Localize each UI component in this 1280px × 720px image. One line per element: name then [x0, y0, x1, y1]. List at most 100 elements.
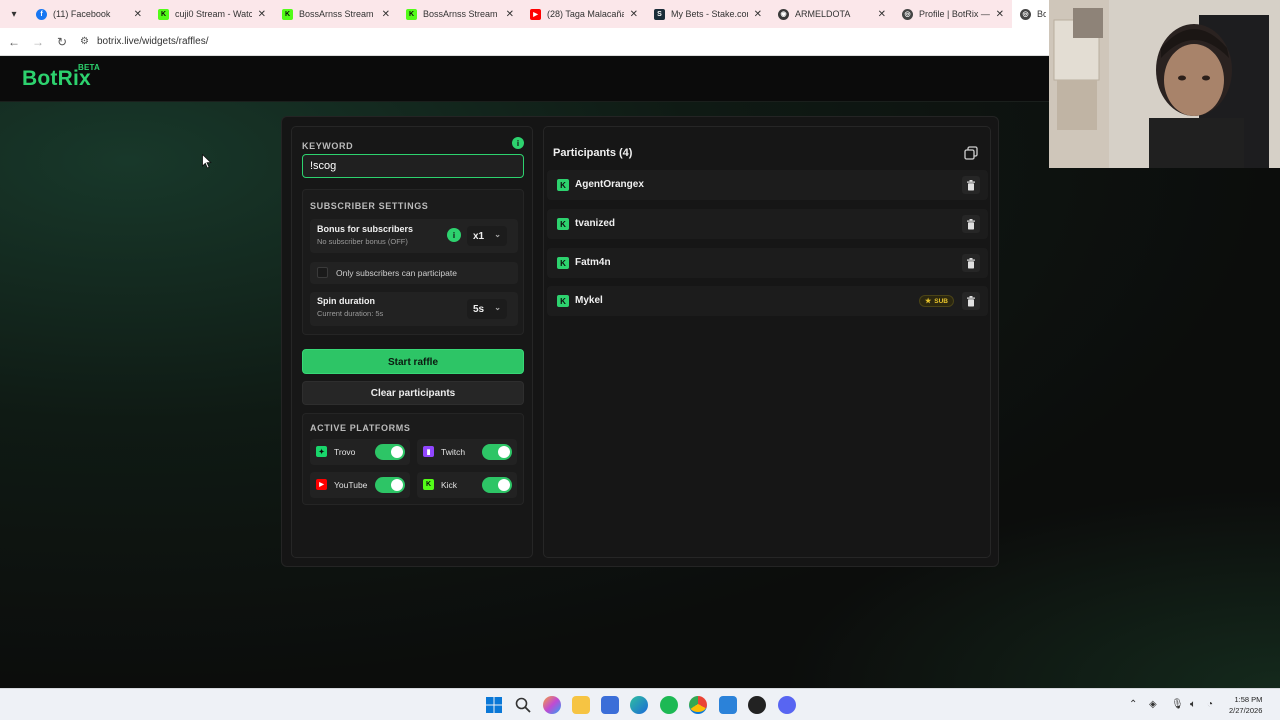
participant-row: K tvanized	[547, 209, 988, 239]
trash-icon[interactable]	[962, 292, 980, 310]
browser-tab[interactable]: ◎ Profile | BotRix — Cl ✕	[894, 0, 1012, 28]
browser-tab[interactable]: ◉ ARMELDOTA ✕	[770, 0, 894, 28]
close-tab-icon[interactable]: ✕	[258, 9, 266, 20]
spotify-icon[interactable]	[660, 696, 678, 714]
close-tab-icon[interactable]: ✕	[878, 9, 886, 20]
chrome-icon[interactable]	[689, 696, 707, 714]
close-tab-icon[interactable]: ✕	[754, 9, 762, 20]
url-text: botrix.live/widgets/raffles/	[96, 36, 209, 47]
kick-icon: K	[406, 8, 417, 20]
url-field[interactable]: ⚙ botrix.live/widgets/raffles/	[80, 36, 209, 47]
wifi-icon[interactable]: ◔	[1207, 699, 1213, 710]
botrix-icon: ◎	[902, 8, 913, 20]
youtube-toggle[interactable]	[375, 477, 405, 493]
settings-panel: KEYWORD i SUBSCRIBER SETTINGS Bonus for …	[291, 126, 533, 558]
spin-duration-select[interactable]: 5s ⌄	[467, 299, 507, 319]
platform-name: YouTube	[334, 480, 368, 490]
participant-name: tvanized	[575, 218, 616, 229]
keyword-input[interactable]	[302, 154, 524, 178]
participant-name: Mykel	[575, 295, 603, 306]
chevron-down-icon: ⌄	[494, 303, 501, 312]
search-icon[interactable]	[514, 696, 532, 714]
close-tab-icon[interactable]: ✕	[506, 9, 514, 20]
bonus-multiplier-select[interactable]: x1 ⌄	[467, 226, 507, 246]
tab-title: BotR	[1037, 9, 1046, 19]
chevron-up-icon[interactable]: ⌃	[1129, 699, 1137, 710]
trash-icon[interactable]	[962, 176, 980, 194]
close-tab-icon[interactable]: ✕	[630, 9, 638, 20]
participant-row: K AgentOrangex	[547, 170, 988, 200]
sub-badge: ★ SUB	[918, 295, 954, 307]
browser-tab[interactable]: f (11) Facebook ✕	[28, 0, 150, 28]
notepad-icon[interactable]	[719, 696, 737, 714]
network-app-icon[interactable]: ◈	[1149, 699, 1157, 710]
only-subscribers-row[interactable]: Only subscribers can participate	[310, 262, 518, 284]
speaker-icon[interactable]: 🔈︎	[1190, 699, 1196, 710]
participant-name: Fatm4n	[575, 257, 611, 268]
back-arrow-icon[interactable]: ←	[2, 35, 26, 49]
kick-icon: K	[423, 479, 434, 490]
browser-tab[interactable]: ▶ (28) Taga Malacañang ✕	[522, 0, 646, 28]
only-subscribers-checkbox[interactable]	[317, 267, 328, 278]
reload-icon[interactable]: ↻	[50, 35, 74, 49]
twitch-toggle[interactable]	[482, 444, 512, 460]
trash-icon[interactable]	[962, 215, 980, 233]
system-clock[interactable]: 1:58 PM 2/27/2026	[1229, 694, 1262, 716]
subscriber-bonus-row: Bonus for subscribers No subscriber bonu…	[310, 219, 518, 253]
botrix-logo[interactable]: BotRix BETA	[22, 63, 100, 91]
tab-title: BossArnss Stream - W	[299, 9, 376, 19]
copilot-icon[interactable]	[543, 696, 561, 714]
edge-icon[interactable]	[630, 696, 648, 714]
site-info-icon[interactable]: ⚙	[80, 36, 89, 47]
clear-participants-button[interactable]: Clear participants	[302, 381, 524, 405]
close-tab-icon[interactable]: ✕	[134, 9, 142, 20]
browser-tab[interactable]: K cuji0 Stream - Watch ✕	[150, 0, 274, 28]
tab-search-button[interactable]: ▾	[0, 0, 28, 28]
info-icon[interactable]: i	[447, 228, 461, 242]
active-platforms-title: ACTIVE PLATFORMS	[310, 423, 411, 433]
youtube-icon: ▶	[530, 8, 541, 20]
browser-tab[interactable]: S My Bets - Stake.com ✕	[646, 0, 770, 28]
microphone-icon[interactable]: 🎙︎	[1171, 699, 1184, 710]
close-tab-icon[interactable]: ✕	[996, 9, 1004, 20]
store-icon[interactable]	[601, 696, 619, 714]
tab-title: Profile | BotRix — Cl	[919, 9, 990, 19]
kick-toggle[interactable]	[482, 477, 512, 493]
bonus-description: No subscriber bonus (OFF)	[317, 237, 408, 246]
spin-duration-description: Current duration: 5s	[317, 309, 384, 318]
participant-row: K Fatm4n	[547, 248, 988, 278]
browser-tab-active[interactable]: ◎ BotR	[1012, 0, 1054, 28]
channel-avatar-icon: ◉	[778, 8, 789, 20]
windows-taskbar: ⌃ ◈ 🎙︎ 🔈︎ ◔ 1:58 PM 2/27/2026	[0, 688, 1280, 720]
browser-tab[interactable]: K BossArnss Stream - W ✕	[274, 0, 398, 28]
star-icon: ★	[924, 298, 932, 305]
active-platforms-panel: ACTIVE PLATFORMS ✦ Trovo ▮ Twitch ▶ YouT…	[302, 413, 524, 505]
close-tab-icon[interactable]: ✕	[382, 9, 390, 20]
botrix-icon: ◎	[1020, 8, 1031, 20]
browser-tab[interactable]: K BossArnss Stream - W ✕	[398, 0, 522, 28]
spin-duration-row: Spin duration Current duration: 5s 5s ⌄	[310, 292, 518, 326]
facebook-icon: f	[36, 8, 47, 20]
kick-icon: K	[557, 257, 569, 269]
spin-duration-title: Spin duration	[317, 296, 375, 306]
tab-title: (11) Facebook	[53, 9, 111, 19]
trovo-toggle[interactable]	[375, 444, 405, 460]
youtube-icon: ▶	[316, 479, 327, 490]
platform-twitch: ▮ Twitch	[417, 439, 517, 465]
platform-youtube: ▶ YouTube	[310, 472, 410, 498]
copy-icon[interactable]	[963, 145, 979, 161]
kick-icon: K	[557, 218, 569, 230]
twitch-icon: ▮	[423, 446, 434, 457]
file-explorer-icon[interactable]	[572, 696, 590, 714]
obs-icon[interactable]	[748, 696, 766, 714]
start-raffle-button[interactable]: Start raffle	[302, 349, 524, 374]
windows-start-icon[interactable]	[485, 696, 503, 714]
tab-title: cuji0 Stream - Watch	[175, 9, 252, 19]
kick-icon: K	[557, 295, 569, 307]
forward-arrow-icon[interactable]: →	[26, 35, 50, 49]
bonus-multiplier-value: x1	[473, 230, 485, 242]
discord-icon[interactable]	[778, 696, 796, 714]
info-icon[interactable]: i	[512, 137, 524, 149]
trash-icon[interactable]	[962, 254, 980, 272]
participant-row: K Mykel ★ SUB	[547, 286, 988, 316]
